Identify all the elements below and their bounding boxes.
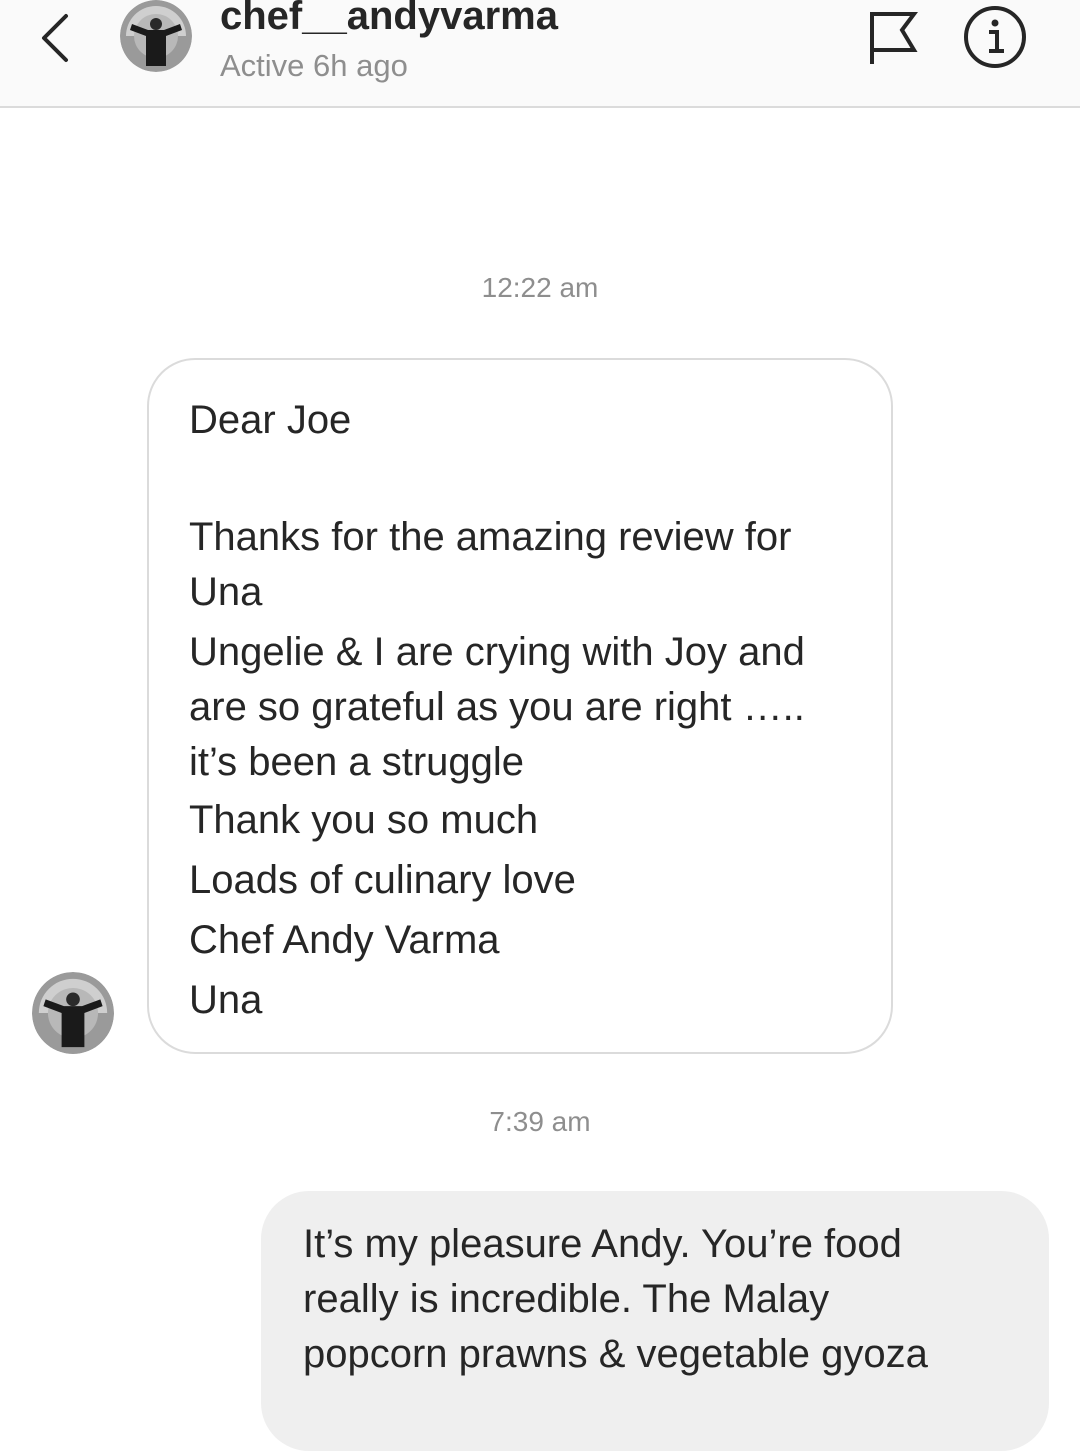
message-line: Thanks for the amazing review for Una bbox=[189, 515, 792, 614]
active-status: Active 6h ago bbox=[220, 48, 408, 83]
sender-avatar[interactable] bbox=[32, 972, 114, 1054]
outgoing-message-bubble[interactable]: It’s my pleasure Andy. You’re food reall… bbox=[261, 1191, 1049, 1451]
message-line: Thank you so much bbox=[189, 798, 539, 842]
message-line: popcorn prawns & vegetable gyoza bbox=[303, 1332, 928, 1376]
username[interactable]: chef__andyvarma bbox=[220, 0, 558, 39]
report-button[interactable] bbox=[862, 6, 922, 66]
chevron-left-icon bbox=[42, 14, 68, 62]
message-timestamp: 7:39 am bbox=[489, 1106, 591, 1137]
header-avatar[interactable] bbox=[120, 0, 192, 72]
info-icon bbox=[964, 6, 1026, 68]
chat-header: chef__andyvarma Active 6h ago bbox=[0, 0, 1080, 108]
message-line: Ungelie & I are crying with Joy and are … bbox=[189, 630, 805, 784]
message-line: really is incredible. The Malay bbox=[303, 1277, 830, 1321]
avatar-photo bbox=[120, 0, 192, 72]
back-button[interactable] bbox=[28, 6, 88, 66]
message-timestamp: 12:22 am bbox=[481, 272, 599, 303]
avatar-photo bbox=[32, 972, 114, 1054]
message-line: Una bbox=[189, 978, 263, 1022]
message-line: Dear Joe bbox=[189, 398, 352, 442]
incoming-message-bubble[interactable]: Dear Joe Thanks for the amazing review f… bbox=[147, 358, 893, 1054]
message-line: It’s my pleasure Andy. You’re food bbox=[303, 1222, 902, 1266]
message-line: Chef Andy Varma bbox=[189, 918, 500, 962]
info-button[interactable] bbox=[962, 4, 1028, 70]
message-line: Loads of culinary love bbox=[189, 858, 576, 902]
flag-icon bbox=[870, 12, 918, 64]
